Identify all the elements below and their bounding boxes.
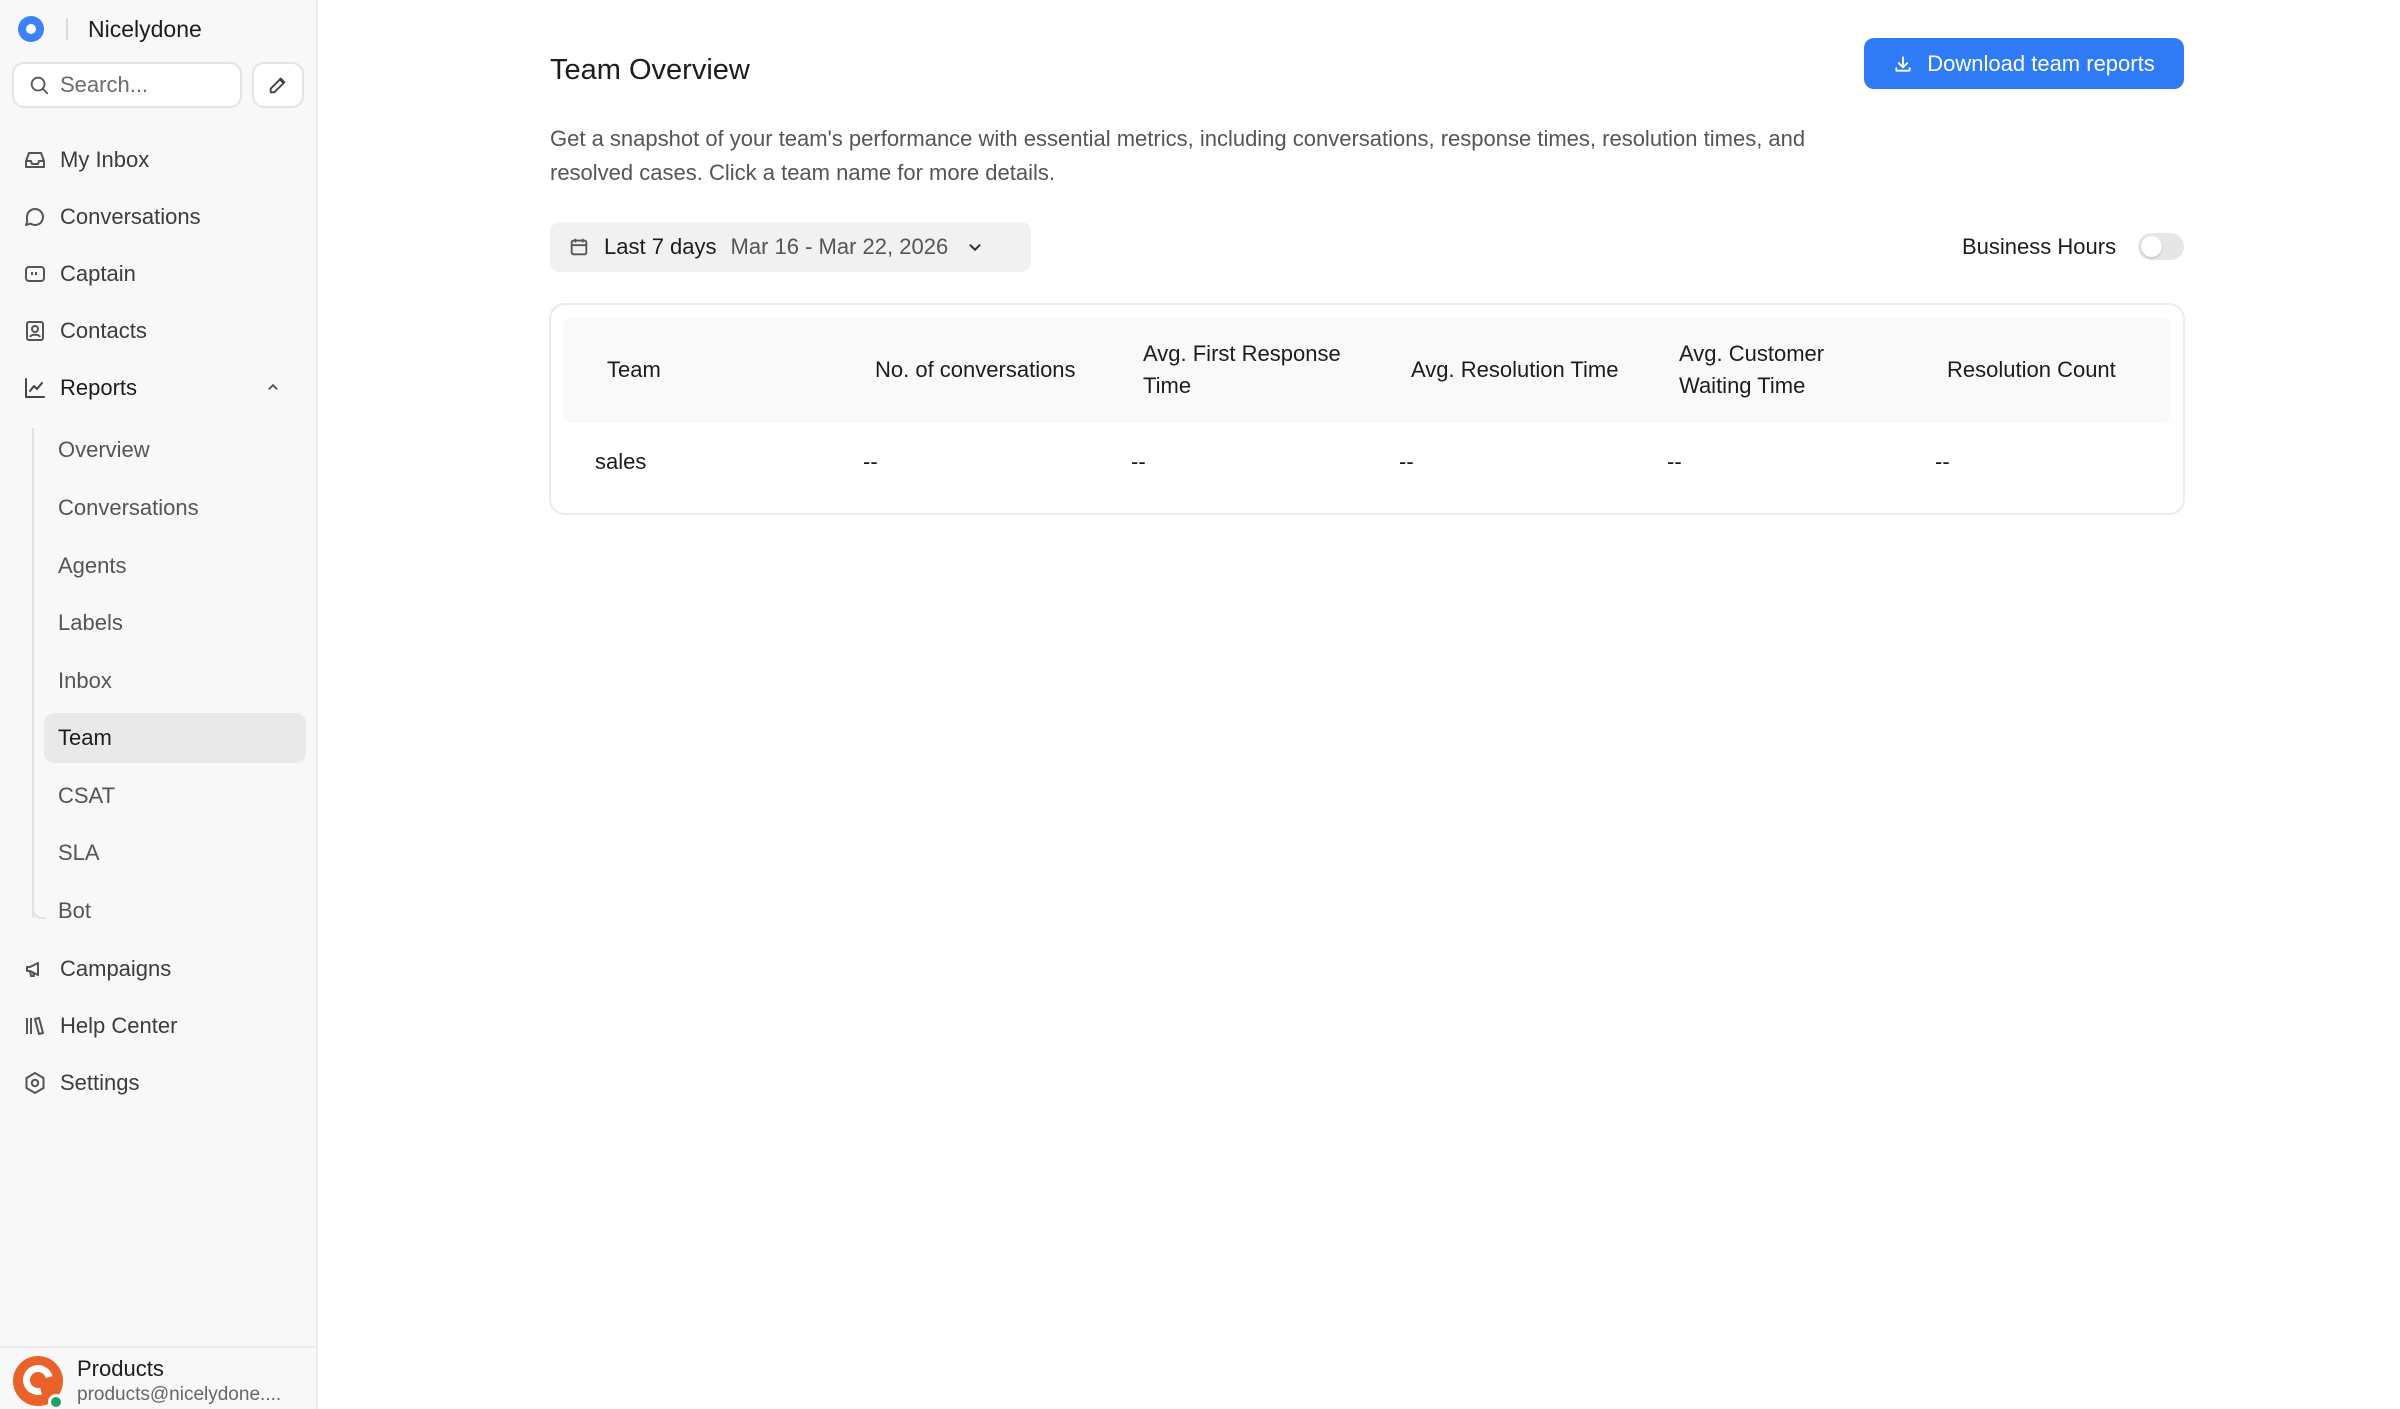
reports-sub-team[interactable]: Team <box>44 713 306 763</box>
reports-sub-overview[interactable]: Overview <box>44 425 306 475</box>
page-description: Get a snapshot of your team's performanc… <box>550 126 1806 185</box>
table-cell: -- <box>1667 449 1682 474</box>
date-range-preset: Last 7 days <box>604 234 717 259</box>
sidebar-item-label: Reports <box>60 375 138 400</box>
brand[interactable]: Nicelydone <box>18 14 202 44</box>
column-header-team[interactable]: Team <box>607 317 661 423</box>
sidebar-item-label: Campaigns <box>60 956 172 981</box>
column-header-waiting-time[interactable]: Avg. Customer Waiting Time <box>1679 317 1889 423</box>
gear-icon <box>22 1070 48 1096</box>
sidebar-item-conversations[interactable]: Conversations <box>12 193 306 241</box>
chevron-down-icon <box>964 236 986 258</box>
calendar-icon <box>570 238 588 256</box>
brand-divider <box>66 18 68 40</box>
sidebar-item-my-inbox[interactable]: My Inbox <box>12 136 306 184</box>
contacts-icon <box>22 318 48 344</box>
user-name: Products <box>77 1356 164 1381</box>
business-hours-toggle[interactable] <box>2138 233 2184 260</box>
compose-button[interactable] <box>252 62 304 108</box>
table-cell: -- <box>1131 449 1146 474</box>
sidebar-item-contacts[interactable]: Contacts <box>12 307 306 355</box>
team-name-link[interactable]: sales <box>595 433 646 491</box>
column-header-first-response[interactable]: Avg. First Response Time <box>1143 317 1353 423</box>
search-box[interactable] <box>12 62 242 108</box>
toggle-knob <box>2141 236 2162 257</box>
brand-logo-icon <box>18 16 44 42</box>
sidebar-item-settings[interactable]: Settings <box>12 1059 306 1107</box>
online-status-dot <box>48 1394 64 1409</box>
business-hours-label: Business Hours <box>1962 234 2117 259</box>
sidebar-item-label: My Inbox <box>60 147 150 172</box>
pencil-icon <box>269 77 286 94</box>
download-button-label: Download team reports <box>1927 50 2155 76</box>
reports-sub-inbox[interactable]: Inbox <box>44 656 306 706</box>
table-header: Team No. of conversations Avg. First Res… <box>563 317 2171 423</box>
search-input[interactable] <box>60 72 230 98</box>
captain-icon <box>22 261 48 287</box>
sidebar-item-captain[interactable]: Captain <box>12 250 306 298</box>
column-header-resolution-count[interactable]: Resolution Count <box>1947 317 2116 423</box>
chevron-up-icon[interactable] <box>262 376 284 398</box>
column-header-conversations[interactable]: No. of conversations <box>875 317 1085 423</box>
date-range-value: Mar 16 - Mar 22, 2026 <box>730 234 949 259</box>
sidebar-item-label: Captain <box>60 261 136 286</box>
column-header-resolution-time[interactable]: Avg. Resolution Time <box>1411 317 1621 423</box>
sidebar-item-help-center[interactable]: Help Center <box>12 1002 306 1050</box>
page-title: Team Overview <box>550 54 750 86</box>
download-team-reports-button[interactable]: Download team reports <box>1864 38 2184 89</box>
search-icon <box>30 76 49 95</box>
megaphone-icon <box>22 956 48 982</box>
chart-icon <box>22 375 48 401</box>
sidebar: Nicelydone My Inbox Conversations Captai… <box>0 0 318 1409</box>
date-range-picker[interactable]: Last 7 days Mar 16 - Mar 22, 2026 <box>550 222 1031 272</box>
library-icon <box>22 1013 48 1039</box>
table-cell: -- <box>1399 449 1414 474</box>
reports-sub-agents[interactable]: Agents <box>44 541 306 591</box>
table-cell: -- <box>1935 449 1950 474</box>
download-icon <box>1893 54 1913 74</box>
user-email: products@nicelydone.... <box>77 1384 282 1405</box>
reports-sub-sla[interactable]: SLA <box>44 828 306 878</box>
sidebar-item-label: Help Center <box>60 1013 178 1038</box>
table-cell: -- <box>863 449 878 474</box>
reports-sub-conversations[interactable]: Conversations <box>44 483 306 533</box>
sidebar-item-label: Conversations <box>60 204 201 229</box>
chat-bubble-icon <box>22 204 48 230</box>
sidebar-item-campaigns[interactable]: Campaigns <box>12 945 306 993</box>
reports-sub-csat[interactable]: CSAT <box>44 771 306 821</box>
team-table: Team No. of conversations Avg. First Res… <box>549 303 2185 515</box>
submenu-guide-line <box>32 428 34 918</box>
sidebar-item-reports[interactable]: Reports <box>12 364 306 412</box>
reports-sub-bot[interactable]: Bot <box>44 886 306 936</box>
brand-name: Nicelydone <box>88 15 202 42</box>
sidebar-item-label: Contacts <box>60 318 147 343</box>
inbox-icon <box>22 147 48 173</box>
sidebar-item-label: Settings <box>60 1070 140 1095</box>
reports-sub-labels[interactable]: Labels <box>44 598 306 648</box>
